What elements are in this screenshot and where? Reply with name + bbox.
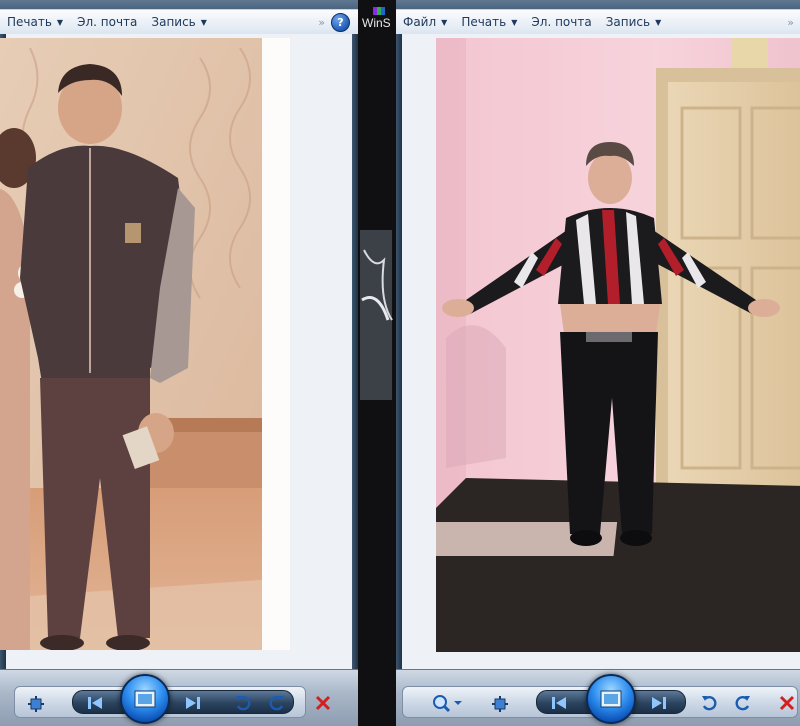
image-viewport: [402, 34, 800, 670]
menu-file-label: Файл: [403, 15, 437, 29]
chevron-down-icon: ▼: [655, 17, 662, 27]
menu-burn-label: Запись: [151, 15, 196, 29]
rotate-right-icon[interactable]: [732, 692, 754, 714]
right-viewer-toolbar: [396, 669, 800, 726]
desktop-background: [358, 0, 396, 726]
menu-print[interactable]: Печать ▼: [454, 10, 524, 34]
delete-icon[interactable]: [776, 692, 798, 714]
chevron-down-icon: ▼: [56, 17, 64, 27]
previous-icon[interactable]: [548, 693, 570, 713]
slideshow-icon[interactable]: [586, 674, 636, 724]
rotate-left-icon[interactable]: [232, 692, 254, 714]
next-icon[interactable]: [648, 693, 670, 713]
previous-icon[interactable]: [84, 693, 106, 713]
menu-email-label: Эл. почта: [77, 15, 138, 29]
chevron-down-icon: ▼: [441, 17, 448, 27]
menu-print[interactable]: Печать ▼: [0, 10, 70, 34]
winrar-icon: [373, 0, 385, 15]
overflow-chevron-icon[interactable]: »: [310, 16, 331, 29]
vintage-portrait-image: [0, 38, 290, 650]
menu-file[interactable]: Файл ▼: [396, 10, 454, 34]
left-photo-viewer-window: Печать ▼ Эл. почта Запись ▼ » ?: [0, 0, 358, 726]
delete-icon[interactable]: [312, 692, 334, 714]
displayed-photo: [0, 38, 290, 650]
rotate-left-icon[interactable]: [698, 692, 720, 714]
menu-burn[interactable]: Запись ▼: [599, 10, 669, 34]
right-photo-viewer-window: Файл ▼ Печать ▼ Эл. почта Запись ▼ »: [396, 0, 800, 726]
menu-email[interactable]: Эл. почта: [524, 10, 598, 34]
image-viewport: [0, 34, 352, 670]
standing-woman-image: [436, 38, 800, 652]
menu-email[interactable]: Эл. почта: [70, 10, 144, 34]
left-viewer-toolbar: [0, 669, 358, 726]
fit-icon[interactable]: [490, 694, 510, 714]
chevron-down-icon: ▼: [200, 17, 207, 27]
menu-email-label: Эл. почта: [531, 15, 592, 29]
displayed-photo: [436, 38, 800, 652]
help-icon[interactable]: ?: [331, 12, 350, 32]
fit-icon[interactable]: [26, 694, 46, 714]
menu-print-label: Печать: [7, 15, 52, 29]
next-icon[interactable]: [182, 693, 204, 713]
menu-print-label: Печать: [461, 15, 507, 29]
right-menubar: Файл ▼ Печать ▼ Эл. почта Запись ▼ »: [396, 9, 800, 35]
rotate-right-icon[interactable]: [266, 692, 288, 714]
zoom-icon[interactable]: [430, 692, 468, 714]
menu-burn[interactable]: Запись ▼: [144, 10, 214, 34]
chevron-down-icon: ▼: [511, 17, 518, 27]
left-menubar: Печать ▼ Эл. почта Запись ▼ » ?: [0, 9, 358, 35]
slideshow-icon[interactable]: [120, 674, 170, 724]
overflow-chevron-icon[interactable]: »: [779, 16, 800, 29]
menu-burn-label: Запись: [605, 15, 651, 29]
desktop-icon-label[interactable]: WinS: [362, 16, 391, 30]
